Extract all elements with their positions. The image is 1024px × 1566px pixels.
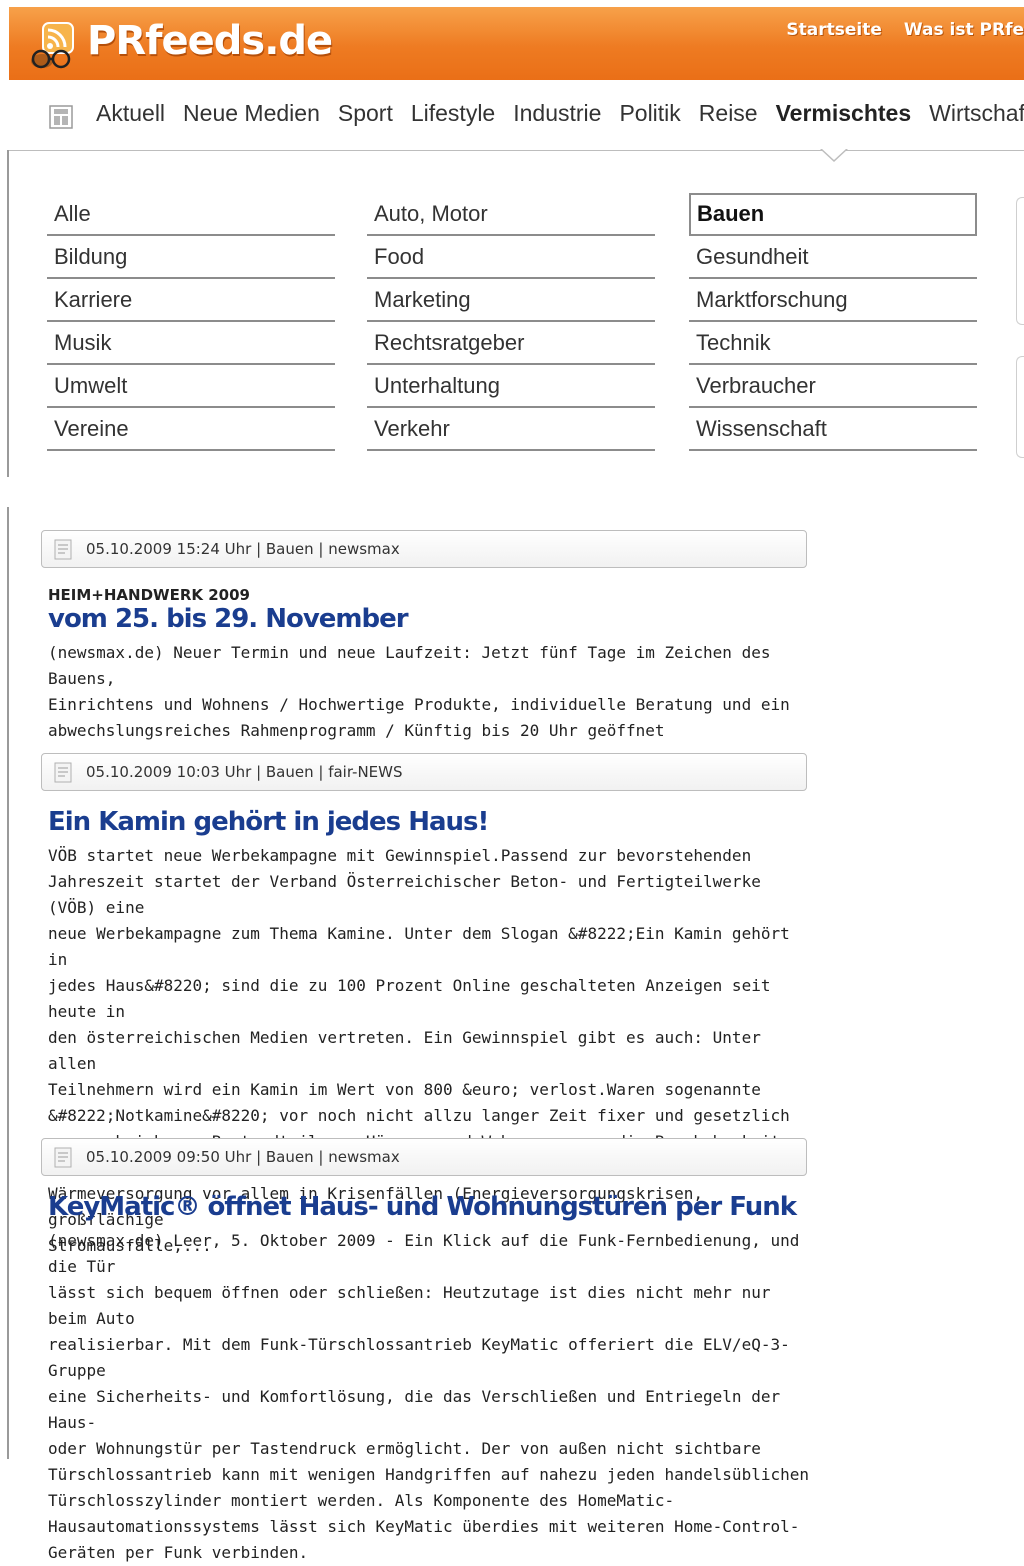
nav-item-neue-medien[interactable]: Neue Medien: [183, 100, 320, 127]
article-teaser-line: (newsmax.de) Leer, 5. Oktober 2009 - Ein…: [48, 1231, 800, 1276]
site-logo[interactable]: PRfeeds.de: [29, 15, 333, 75]
category-rechtsratgeber[interactable]: Rechtsratgeber: [367, 322, 655, 365]
article-meta-bar: 05.10.2009 15:24 Uhr | Bauen | newsmax: [41, 530, 807, 568]
category-umwelt[interactable]: Umwelt: [47, 365, 335, 408]
site-header: PRfeeds.de Startseite Was ist PRfe: [9, 7, 1024, 80]
category-column-2: Auto, Motor Food Marketing Rechtsratgebe…: [367, 193, 655, 451]
article-meta-bar: 05.10.2009 09:50 Uhr | Bauen | newsmax: [41, 1138, 807, 1176]
article-teaser-line: Jahreszeit startet der Verband Österreic…: [48, 872, 761, 917]
nav-item-industrie[interactable]: Industrie: [513, 100, 601, 127]
article-teaser-line: Geräten per Funk verbinden.: [48, 1543, 309, 1562]
left-border: [7, 150, 9, 477]
nav-item-reise[interactable]: Reise: [699, 100, 758, 127]
active-nav-indicator: [820, 148, 848, 162]
article-title[interactable]: KeyMatic® öffnet Haus- und Wohnungstüren…: [48, 1192, 797, 1222]
toplink-was-ist-prfeeds[interactable]: Was ist PRfe: [904, 20, 1024, 40]
nav-item-sport[interactable]: Sport: [338, 100, 393, 127]
document-icon: [54, 539, 72, 560]
category-column-3: Bauen Gesundheit Marktforschung Technik …: [689, 193, 977, 451]
article-meta-bar: 05.10.2009 10:03 Uhr | Bauen | fair-NEWS: [41, 753, 807, 791]
article-teaser-line: eine Sicherheits- und Komfortlösung, die…: [48, 1387, 781, 1432]
article-teaser-line: jedes Haus&#8220; sind die zu 100 Prozen…: [48, 976, 771, 1021]
article-teaser-line: (newsmax.de) Neuer Termin und neue Laufz…: [48, 643, 771, 688]
article-teaser-line: Türschlossantrieb kann mit wenigen Handg…: [48, 1465, 809, 1484]
article-meta-text: 05.10.2009 09:50 Uhr | Bauen | newsmax: [86, 1148, 400, 1166]
article-teaser-line: &#8222;Notkamine&#8220; vor noch nicht a…: [48, 1106, 790, 1125]
article-teaser: (newsmax.de) Leer, 5. Oktober 2009 - Ein…: [48, 1228, 813, 1566]
category-marktforschung[interactable]: Marktforschung: [689, 279, 977, 322]
nav-item-vermischtes[interactable]: Vermischtes: [776, 100, 912, 127]
article-title[interactable]: vom 25. bis 29. November: [48, 604, 409, 634]
nav-items: Aktuell Neue Medien Sport Lifestyle Indu…: [96, 100, 1024, 127]
article-teaser-line: Hausautomationssystems lässt sich KeyMat…: [48, 1517, 800, 1536]
category-musik[interactable]: Musik: [47, 322, 335, 365]
article-meta-text: 05.10.2009 15:24 Uhr | Bauen | newsmax: [86, 540, 400, 558]
home-icon[interactable]: [49, 105, 73, 129]
article-teaser-line: realisierbar. Mit dem Funk-Türschlossant…: [48, 1335, 790, 1380]
article-teaser-line: VÖB startet neue Werbekampagne mit Gewin…: [48, 846, 752, 865]
article-teaser-line: den österreichischen Medien vertreten. E…: [48, 1028, 761, 1073]
document-icon: [54, 1147, 72, 1168]
category-verbraucher[interactable]: Verbraucher: [689, 365, 977, 408]
category-karriere[interactable]: Karriere: [47, 279, 335, 322]
article-teaser-line: neue Werbekampagne zum Thema Kamine. Unt…: [48, 924, 790, 969]
document-icon: [54, 762, 72, 783]
category-wissenschaft[interactable]: Wissenschaft: [689, 408, 977, 451]
article-teaser-line: Teilnehmern wird ein Kamin im Wert von 8…: [48, 1080, 761, 1099]
category-bauen-selected[interactable]: Bauen: [689, 193, 977, 236]
category-technik[interactable]: Technik: [689, 322, 977, 365]
top-links: Startseite Was ist PRfe: [786, 20, 1024, 40]
rss-glasses-icon: [29, 17, 91, 73]
logo-wordmark: PRfeeds.de: [87, 18, 333, 64]
category-marketing[interactable]: Marketing: [367, 279, 655, 322]
article-teaser-line: Einrichtens und Wohnens / Hochwertige Pr…: [48, 695, 790, 714]
article-teaser-line: abwechslungsreiches Rahmenprogramm / Kün…: [48, 721, 665, 740]
sidebar-box-edge-2: [1016, 356, 1024, 458]
article-teaser-line: Türschlosszylinder montiert werden. Als …: [48, 1491, 675, 1510]
article-teaser-line: lässt sich bequem öffnen oder schließen:…: [48, 1283, 771, 1328]
category-alle[interactable]: Alle: [47, 193, 335, 236]
article-teaser: (newsmax.de) Neuer Termin und neue Laufz…: [48, 640, 813, 744]
article-kicker: HEIM+HANDWERK 2009: [48, 586, 250, 604]
category-verkehr[interactable]: Verkehr: [367, 408, 655, 451]
category-vereine[interactable]: Vereine: [47, 408, 335, 451]
category-column-1: Alle Bildung Karriere Musik Umwelt Verei…: [47, 193, 335, 451]
category-bildung[interactable]: Bildung: [47, 236, 335, 279]
category-food[interactable]: Food: [367, 236, 655, 279]
main-navigation: Aktuell Neue Medien Sport Lifestyle Indu…: [9, 80, 1024, 162]
category-gesundheit[interactable]: Gesundheit: [689, 236, 977, 279]
nav-item-aktuell[interactable]: Aktuell: [96, 100, 165, 127]
nav-item-wirtschaft[interactable]: Wirtschaft: [929, 100, 1024, 127]
nav-item-lifestyle[interactable]: Lifestyle: [411, 100, 495, 127]
left-border-lower: [7, 507, 9, 1459]
article-teaser-line: oder Wohnungstür per Tastendruck ermögli…: [48, 1439, 761, 1458]
nav-item-politik[interactable]: Politik: [619, 100, 680, 127]
category-unterhaltung[interactable]: Unterhaltung: [367, 365, 655, 408]
article-meta-text: 05.10.2009 10:03 Uhr | Bauen | fair-NEWS: [86, 763, 403, 781]
sidebar-box-edge: [1016, 197, 1024, 325]
toplink-startseite[interactable]: Startseite: [786, 20, 881, 40]
article-title[interactable]: Ein Kamin gehört in jedes Haus!: [48, 807, 489, 837]
category-auto-motor[interactable]: Auto, Motor: [367, 193, 655, 236]
